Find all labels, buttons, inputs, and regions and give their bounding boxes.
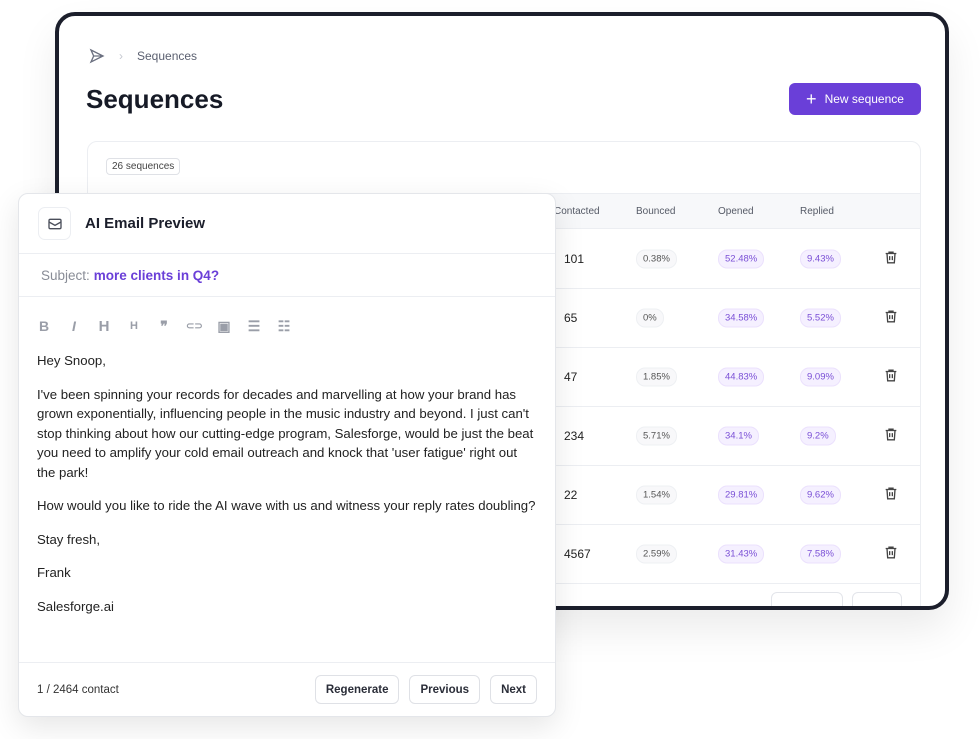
mail-icon [38,207,71,240]
sequence-count-badge: 26 sequences [106,158,181,175]
opened-badge: 52.48% [718,249,765,269]
breadcrumb-current: Sequences [137,49,198,63]
heading2-icon[interactable]: H [126,320,142,332]
replied-badge: 9.2% [800,426,836,446]
bounced-badge: 5.71% [636,426,677,446]
ai-email-preview-modal: AI Email Preview Subject: more clients in… [18,193,556,717]
trash-icon[interactable] [883,368,899,387]
column-contacted[interactable]: Contacted [554,206,600,217]
contacted-value: 101 [564,252,585,266]
trash-icon[interactable] [883,427,899,446]
page-title: Sequences [86,84,224,114]
trash-icon[interactable] [883,486,899,505]
breadcrumb: › Sequences [89,48,197,64]
bullet-list-icon[interactable]: ☰ [246,318,262,335]
image-icon[interactable]: ▣ [216,318,232,335]
modal-header: AI Email Preview [19,194,555,254]
quote-icon[interactable]: ❞ [156,318,172,335]
plus-icon: + [806,89,817,109]
contacted-value: 22 [564,488,578,502]
opened-badge: 44.83% [718,367,765,387]
table-next-button[interactable] [852,592,902,606]
editor-toolbar: B I H H ❞ ⊂⊃ ▣ ☰ ☷ [19,297,555,341]
subject-line: Subject: more clients in Q4? [19,254,555,297]
previous-button[interactable]: Previous [409,675,481,704]
replied-badge: 9.62% [800,485,841,505]
bold-icon[interactable]: B [36,318,52,334]
bounced-badge: 0.38% [636,249,677,269]
heading1-icon[interactable]: H [96,318,112,335]
italic-icon[interactable]: I [66,318,82,334]
column-opened[interactable]: Opened [718,206,754,217]
replied-badge: 9.43% [800,249,841,269]
trash-icon[interactable] [883,309,899,328]
column-bounced[interactable]: Bounced [636,206,675,217]
chevron-right-icon: › [119,49,123,63]
trash-icon[interactable] [883,250,899,269]
opened-badge: 29.81% [718,485,765,505]
replied-badge: 5.52% [800,308,841,328]
subject-value[interactable]: more clients in Q4? [94,268,219,283]
new-sequence-button[interactable]: + New sequence [789,83,921,115]
contacted-value: 4567 [564,547,591,561]
next-button[interactable]: Next [490,675,537,704]
column-replied[interactable]: Replied [800,206,834,217]
bounced-badge: 2.59% [636,544,677,564]
opened-badge: 31.43% [718,544,765,564]
numbered-list-icon[interactable]: ☷ [276,318,292,335]
contacted-value: 65 [564,311,578,325]
modal-footer: 1 / 2464 contact Regenerate Previous Nex… [19,662,555,716]
bounced-badge: 1.54% [636,485,677,505]
replied-badge: 9.09% [800,367,841,387]
replied-badge: 7.58% [800,544,841,564]
opened-badge: 34.1% [718,426,759,446]
table-previous-button[interactable] [771,592,843,606]
trash-icon[interactable] [883,545,899,564]
bounced-badge: 1.85% [636,367,677,387]
regenerate-button[interactable]: Regenerate [314,675,400,704]
bounced-badge: 0% [636,308,664,328]
contacted-value: 47 [564,370,578,384]
opened-badge: 34.58% [718,308,765,328]
contact-counter: 1 / 2464 contact [37,683,119,696]
contacted-value: 234 [564,429,585,443]
email-body[interactable]: Hey Snoop, I've been spinning your recor… [19,341,555,616]
modal-title: AI Email Preview [85,215,206,232]
link-icon[interactable]: ⊂⊃ [186,321,203,332]
send-icon[interactable] [89,48,105,64]
